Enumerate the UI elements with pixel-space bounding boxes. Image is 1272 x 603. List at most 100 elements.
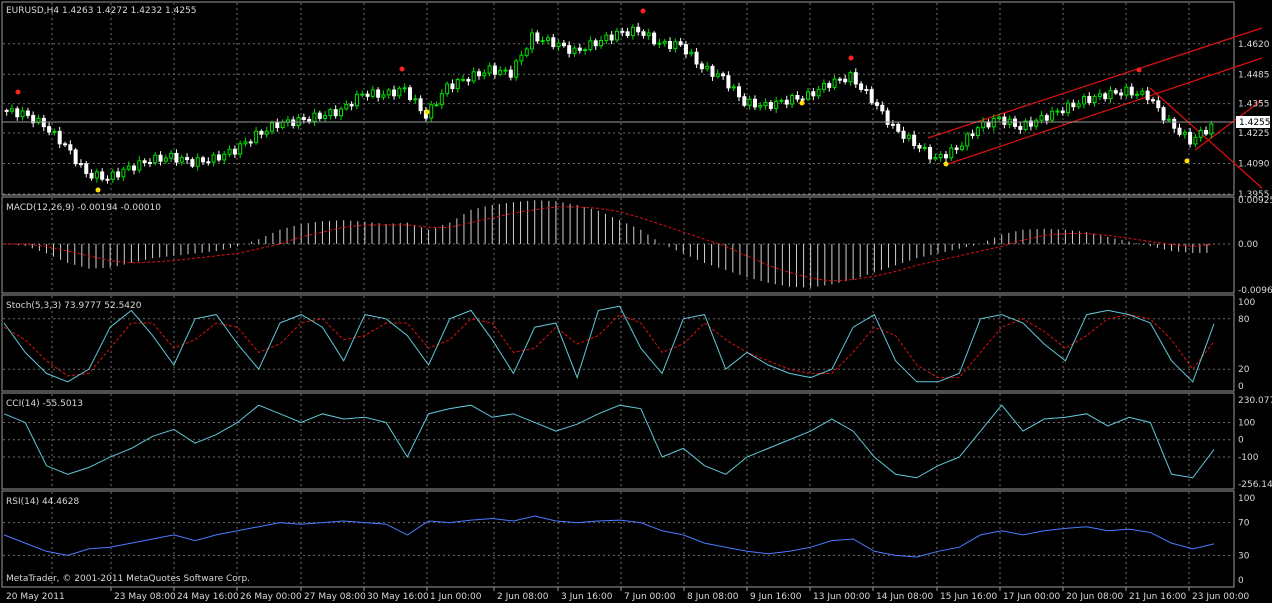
candle-body	[195, 157, 200, 167]
candle-body	[185, 157, 190, 161]
candle-body	[928, 146, 933, 160]
candle-body	[1119, 92, 1124, 96]
candle-body	[779, 99, 784, 102]
candle-body	[901, 130, 906, 139]
candle-body	[609, 34, 614, 41]
candle-body	[710, 65, 715, 77]
time-axis-label: 8 Jun 08:00	[687, 592, 739, 602]
candle-body	[530, 32, 535, 50]
candle-body	[1198, 129, 1203, 138]
time-axis-label: 23 Jun 00:00	[1192, 592, 1249, 602]
candle-body	[943, 154, 948, 159]
time-axis-label: 1 Jun 00:00	[430, 592, 482, 602]
candle-body	[561, 42, 566, 47]
candle-body	[599, 39, 604, 47]
candle-body	[222, 153, 227, 161]
stochastic-panel[interactable]: Stoch(5,3,3) 73.9777 52.5420 100 80 20 0	[1, 294, 1255, 392]
fractal-up-marker	[15, 89, 21, 95]
fractal-up-marker	[399, 66, 405, 72]
macd-tick-label: -0.00969	[1238, 286, 1272, 296]
candle-body	[121, 168, 126, 178]
candle-body	[264, 130, 269, 135]
candle-body	[954, 147, 959, 150]
candle-body	[1002, 116, 1007, 125]
price-tick-label: 1.4090	[1238, 160, 1270, 170]
candle-body	[1103, 93, 1108, 100]
candle-body	[126, 165, 131, 170]
candle-body	[132, 165, 137, 171]
candle-body	[9, 108, 14, 112]
stochastic-tick-label: 20	[1238, 365, 1250, 375]
candle-body	[206, 161, 211, 164]
candle-body	[169, 152, 174, 159]
candle-body	[1055, 110, 1060, 113]
time-axis-label: 17 Jun 00:00	[1003, 592, 1060, 602]
candle-body	[439, 93, 444, 106]
fractal-up-marker	[640, 8, 646, 14]
candle-body	[981, 121, 986, 129]
stochastic-tick-label: 80	[1238, 315, 1250, 325]
candle-body	[731, 86, 736, 89]
chart-canvas[interactable]: EURUSD,H4 1.4263 1.4272 1.4232 1.4255 1.…	[0, 0, 1272, 603]
candle-body	[1108, 90, 1113, 100]
candle-body	[636, 26, 641, 33]
candle-body	[545, 37, 550, 42]
candle-body	[402, 87, 407, 90]
candle-body	[397, 87, 402, 97]
rsi-tick-label: 70	[1238, 519, 1250, 529]
candle-body	[158, 154, 163, 162]
macd-tick-label: 0.00925	[1238, 196, 1272, 206]
candle-body	[365, 93, 370, 97]
macd-panel[interactable]: MACD(12,26,9) -0.00194 -0.00010 0.009250…	[1, 196, 1272, 296]
time-axis-label: 20 Jun 08:00	[1066, 592, 1123, 602]
candle-body	[461, 78, 466, 81]
candle-body	[567, 45, 572, 54]
price-panel[interactable]: EURUSD,H4 1.4263 1.4272 1.4232 1.4255 1.…	[1, 1, 1271, 200]
candle-body	[4, 109, 9, 112]
candle-body	[737, 86, 742, 98]
candle-body	[270, 122, 275, 132]
fractal-down-marker	[1184, 158, 1190, 164]
candle-body	[938, 154, 943, 158]
macd-panel-title: MACD(12,26,9) -0.00194 -0.00010	[6, 203, 161, 213]
candle-body	[94, 171, 99, 179]
candle-body	[604, 34, 609, 41]
cci-tick-label: 230.077	[1238, 396, 1272, 406]
candle-body	[896, 123, 901, 132]
candle-body	[524, 48, 529, 56]
candle-body	[47, 126, 52, 133]
candle-body	[476, 71, 481, 77]
candle-body	[726, 75, 731, 89]
candle-body	[349, 103, 354, 107]
candle-body	[227, 148, 232, 155]
candle-body	[1150, 99, 1155, 102]
candle-body	[1044, 115, 1049, 121]
candle-body	[816, 88, 821, 97]
rsi-panel-title: RSI(14) 44.4628	[6, 497, 79, 507]
candle-body	[153, 154, 158, 164]
candle-body	[52, 130, 57, 133]
price-tick-label: 1.4485	[1238, 70, 1270, 80]
cci-tick-label: 100	[1238, 418, 1255, 428]
candle-body	[89, 172, 94, 179]
fractal-up-marker	[848, 55, 854, 61]
time-axis-label: 9 Jun 16:00	[750, 592, 802, 602]
fractal-down-marker	[424, 109, 430, 115]
cci-panel[interactable]: CCI(14) -55.5013 230.077 100 0 -100 -256.149	[1, 392, 1272, 490]
candle-body	[912, 134, 917, 146]
candle-body	[1204, 129, 1209, 135]
candle-body	[1076, 103, 1081, 108]
candle-body	[949, 147, 954, 159]
stochastic-axis: 100 80 20 0	[1238, 298, 1255, 392]
rsi-panel[interactable]: RSI(14) 44.4628 100 70 30 0 MetaTrader, © 2…	[1, 490, 1255, 588]
candle-body	[116, 171, 121, 178]
candle-body	[344, 103, 349, 110]
candle-body	[1066, 102, 1071, 114]
fractal-down-marker	[799, 100, 805, 106]
candle-body	[694, 51, 699, 65]
candle-body	[1135, 93, 1140, 96]
candle-body	[466, 78, 471, 82]
cci-panel-frame	[1, 392, 1235, 490]
candle-body	[853, 72, 858, 85]
candle-body	[1081, 95, 1086, 105]
